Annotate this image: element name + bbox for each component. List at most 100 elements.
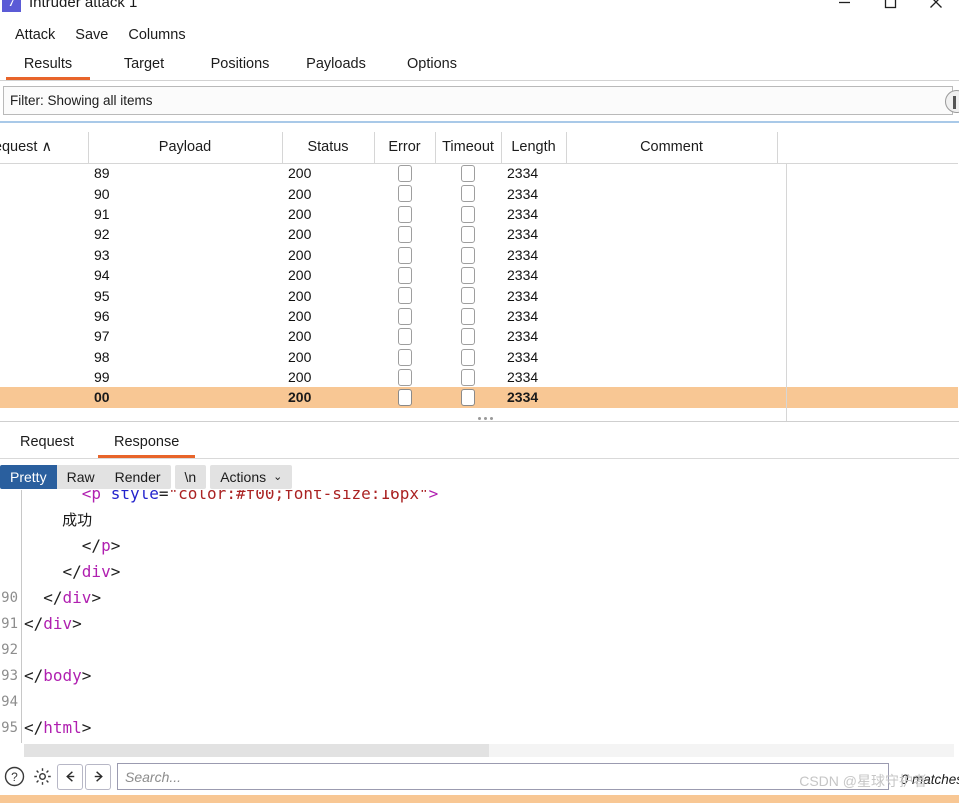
table-row[interactable]: 87 90 200 2334	[0, 183, 958, 203]
response-code-viewer[interactable]: 90 91 92 93 94 95 <p style="color:#f00;font-s…	[0, 490, 959, 743]
table-row[interactable]: 88 91 200 2334	[0, 204, 958, 224]
checkbox-icon[interactable]	[461, 389, 475, 407]
table-row[interactable]: 95 98 200 2334	[0, 347, 958, 367]
cell-error-checkbox[interactable]	[374, 265, 435, 285]
checkbox-icon[interactable]	[397, 205, 412, 223]
cell-timeout-checkbox[interactable]	[435, 204, 501, 224]
search-input[interactable]: Search... 0 matches	[117, 763, 959, 790]
cell-error-checkbox[interactable]	[374, 306, 435, 326]
column-header-error[interactable]: Error	[374, 132, 436, 164]
table-row[interactable]: 90 93 200 2334	[0, 245, 958, 265]
checkbox-icon[interactable]	[461, 185, 475, 203]
column-header-extra[interactable]	[777, 132, 958, 164]
prev-match-button[interactable]	[57, 763, 83, 790]
cell-timeout-checkbox[interactable]	[435, 387, 501, 408]
table-row[interactable]: 93 96 200 2334	[0, 306, 958, 326]
cell-error-checkbox[interactable]	[374, 183, 435, 203]
menu-item-attack[interactable]: Attack	[5, 25, 65, 45]
table-row[interactable]: 92 95 200 2334	[0, 285, 958, 305]
column-header-request[interactable]: Request ∧	[0, 132, 89, 164]
column-header-comment[interactable]: Comment	[566, 132, 778, 164]
panel-splitter-handle[interactable]	[478, 417, 493, 420]
column-header-payload[interactable]: Payload	[88, 132, 283, 164]
column-header-status[interactable]: Status	[282, 132, 375, 164]
tab-payloads[interactable]: Payloads	[288, 48, 384, 80]
checkbox-icon[interactable]	[397, 328, 412, 346]
checkbox-icon[interactable]	[397, 246, 412, 264]
checkbox-icon[interactable]	[397, 348, 412, 366]
menu-item-save[interactable]: Save	[65, 25, 118, 45]
cell-timeout-checkbox[interactable]	[435, 285, 501, 305]
filter-settings-icon[interactable]	[945, 90, 959, 113]
cell-error-checkbox[interactable]	[374, 163, 435, 183]
cell-error-checkbox[interactable]	[374, 204, 435, 224]
tab-request[interactable]: Request	[0, 426, 94, 458]
checkbox-icon[interactable]	[461, 205, 475, 223]
checkbox-icon[interactable]	[397, 165, 412, 183]
tab-target[interactable]: Target	[96, 48, 192, 80]
checkbox-icon[interactable]	[397, 185, 412, 203]
maximize-button[interactable]	[867, 0, 913, 18]
checkbox-icon[interactable]	[397, 369, 412, 386]
cell-error-checkbox[interactable]	[374, 347, 435, 367]
checkbox-icon[interactable]	[461, 307, 475, 325]
checkbox-icon[interactable]	[397, 307, 412, 325]
table-row[interactable]: 94 97 200 2334	[0, 326, 958, 346]
minimize-button[interactable]	[821, 0, 867, 18]
column-header-length[interactable]: Length	[501, 132, 567, 164]
cell-error-checkbox[interactable]	[374, 326, 435, 346]
checkbox-icon[interactable]	[461, 328, 475, 346]
tab-options[interactable]: Options	[384, 48, 480, 80]
view-render-button[interactable]: Render	[104, 465, 171, 489]
table-row[interactable]: 91 94 200 2334	[0, 265, 958, 285]
tab-positions[interactable]: Positions	[192, 48, 288, 80]
column-header-request-label: Request	[0, 139, 38, 156]
menu-item-columns[interactable]: Columns	[118, 25, 195, 45]
checkbox-icon[interactable]	[461, 287, 475, 305]
help-icon[interactable]: ?	[1, 764, 27, 790]
actions-dropdown-button[interactable]: Actions ⌄	[210, 465, 293, 489]
checkbox-icon[interactable]	[461, 226, 475, 244]
cell-timeout-checkbox[interactable]	[435, 163, 501, 183]
checkbox-icon[interactable]	[397, 267, 412, 285]
tab-results[interactable]: Results	[0, 48, 96, 80]
cell-error-checkbox[interactable]	[374, 224, 435, 244]
cell-timeout-checkbox[interactable]	[435, 265, 501, 285]
cell-timeout-checkbox[interactable]	[435, 326, 501, 346]
checkbox-icon[interactable]	[397, 389, 412, 407]
checkbox-icon[interactable]	[397, 226, 412, 244]
checkbox-icon[interactable]	[461, 348, 475, 366]
table-row[interactable]: 89 92 200 2334	[0, 224, 958, 244]
checkbox-icon[interactable]	[461, 165, 475, 183]
cell-timeout-checkbox[interactable]	[435, 183, 501, 203]
view-raw-button[interactable]: Raw	[56, 465, 105, 489]
table-row[interactable]: 96 99 200 2334	[0, 367, 958, 387]
cell-timeout-checkbox[interactable]	[435, 367, 501, 387]
cell-timeout-checkbox[interactable]	[435, 347, 501, 367]
newline-toggle-button[interactable]: \n	[174, 465, 207, 489]
code-scrollbar-thumb[interactable]	[24, 744, 489, 757]
settings-gear-icon[interactable]	[29, 764, 55, 790]
table-row[interactable]: 86 89 200 2334	[0, 163, 958, 183]
next-match-button[interactable]	[85, 763, 111, 790]
filter-bar[interactable]: Filter: Showing all items	[3, 86, 959, 115]
cell-error-checkbox[interactable]	[374, 367, 435, 387]
cell-timeout-checkbox[interactable]	[435, 306, 501, 326]
column-header-timeout[interactable]: Timeout	[435, 132, 502, 164]
close-button[interactable]	[913, 0, 959, 18]
cell-timeout-checkbox[interactable]	[435, 224, 501, 244]
results-table-container[interactable]: Request ∧ Payload Status Error Timeout L…	[0, 132, 959, 422]
cell-error-checkbox[interactable]	[374, 387, 435, 408]
code-horizontal-scrollbar[interactable]	[24, 744, 954, 757]
checkbox-icon[interactable]	[461, 267, 475, 285]
view-pretty-button[interactable]: Pretty	[0, 465, 57, 489]
cell-timeout-checkbox[interactable]	[435, 245, 501, 265]
cell-error-checkbox[interactable]	[374, 245, 435, 265]
checkbox-icon[interactable]	[461, 246, 475, 264]
cell-error-checkbox[interactable]	[374, 285, 435, 305]
tab-response[interactable]: Response	[94, 426, 199, 458]
table-row[interactable]: 9700200 2334	[0, 387, 958, 408]
checkbox-icon[interactable]	[397, 287, 412, 305]
arrow-left-icon	[65, 771, 74, 782]
checkbox-icon[interactable]	[461, 369, 475, 386]
